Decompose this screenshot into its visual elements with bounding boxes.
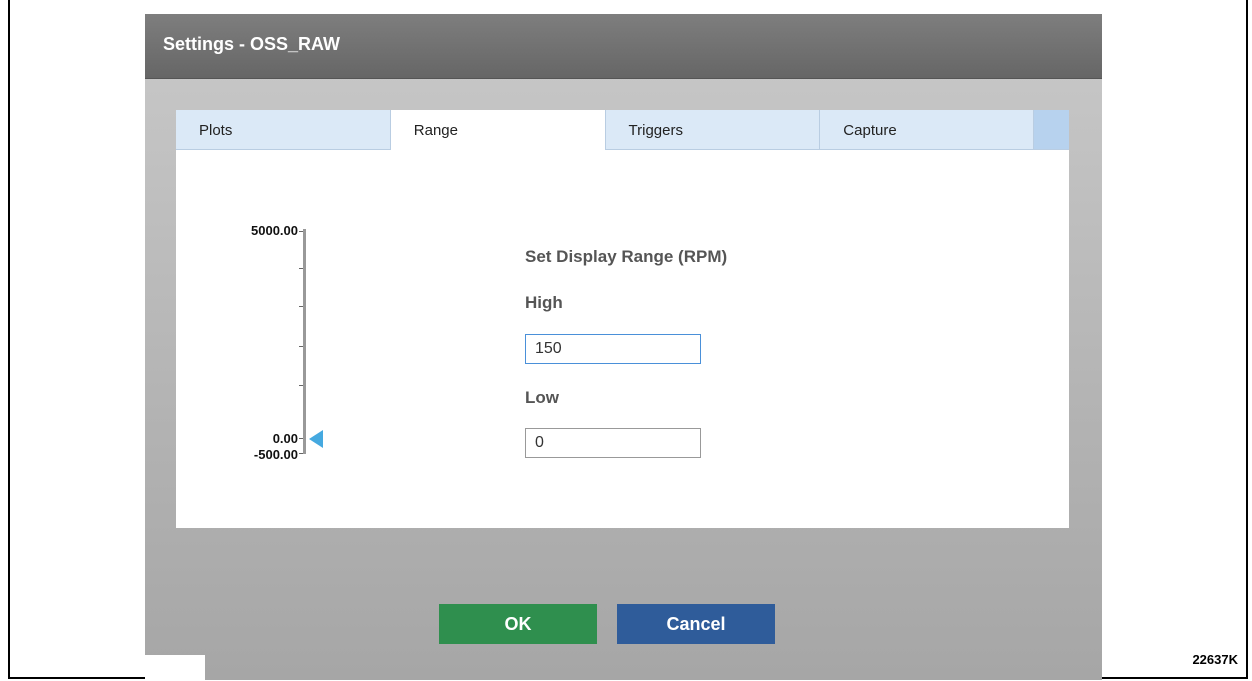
tab-label: Triggers: [628, 122, 683, 139]
range-axis: 5000.00 0.00 -500.00: [176, 110, 336, 462]
low-value-input[interactable]: [525, 428, 701, 458]
cancel-button[interactable]: Cancel: [617, 604, 775, 644]
tab-label: Range: [413, 122, 458, 139]
axis-tick: [299, 268, 303, 269]
axis-tick: [299, 453, 303, 454]
tab-label: Capture: [843, 122, 897, 139]
dialog-title: Settings - OSS_RAW: [163, 34, 341, 54]
axis-tick: [299, 385, 303, 386]
axis-max-label: 5000.00: [251, 223, 298, 238]
settings-dialog: Settings - OSS_RAW Plots Range Triggers …: [145, 14, 1102, 680]
range-title: Set Display Range (RPM): [525, 247, 728, 266]
high-label: High: [525, 293, 563, 312]
low-label: Low: [525, 388, 559, 407]
axis-line: [303, 229, 306, 454]
ok-button[interactable]: OK: [439, 604, 597, 644]
tab-triggers[interactable]: Triggers: [605, 110, 821, 150]
figure-id: 22637K: [1192, 652, 1238, 667]
corner-block: [145, 655, 205, 681]
axis-zero-label: 0.00: [272, 431, 298, 446]
tab-scroll-button[interactable]: [1034, 110, 1070, 150]
settings-panel: Plots Range Triggers Capture 5000.00 0.0…: [176, 110, 1070, 528]
axis-tick: [299, 346, 303, 347]
tab-range[interactable]: Range: [390, 110, 606, 150]
high-value-input[interactable]: [525, 334, 701, 364]
axis-tick: [299, 231, 303, 232]
tab-capture[interactable]: Capture: [820, 110, 1035, 150]
dialog-titlebar: Settings - OSS_RAW: [145, 14, 1102, 79]
axis-tick: [299, 438, 303, 439]
axis-tick: [299, 306, 303, 307]
range-marker-handle[interactable]: [309, 430, 323, 448]
axis-min-label: -500.00: [253, 447, 298, 462]
